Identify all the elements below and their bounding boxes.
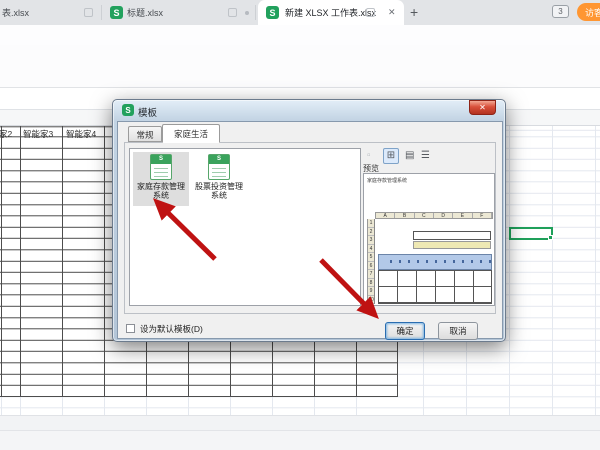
- tab-options-icon[interactable]: [366, 8, 375, 17]
- preview-row-num: 9: [368, 287, 374, 296]
- cell-b1[interactable]: 智能家2: [0, 128, 12, 140]
- visitor-badge[interactable]: 访客: [577, 3, 600, 21]
- template-file-icon: [208, 154, 230, 180]
- cell-d1[interactable]: 智能家4: [66, 128, 96, 140]
- template-item-savings[interactable]: 家庭存款管理系统: [133, 152, 189, 206]
- preview-row-num: 7: [368, 270, 374, 279]
- new-tab-button[interactable]: +: [410, 4, 418, 20]
- preview-table-header-band: [378, 254, 492, 270]
- preview-row-num: 6: [368, 262, 374, 271]
- preview-row-num: 3: [368, 236, 374, 245]
- preview-col: C: [415, 213, 434, 218]
- ok-button[interactable]: 确定: [385, 322, 425, 340]
- preview-row-num: 5: [368, 253, 374, 262]
- preview-highlight-row: [413, 241, 491, 249]
- preview-col: F: [473, 213, 492, 218]
- view-disabled-icon: ▫: [367, 150, 371, 161]
- view-list-button[interactable]: ☰: [421, 150, 430, 161]
- tab-separator: [101, 5, 102, 20]
- window-tab-bar: 表.xlsx S 标题.xlsx S 新建 XLSX 工作表.xlsx ✕ + …: [0, 0, 600, 25]
- preview-row-headers: 1 2 3 4 5 6 7 8 9 10: [367, 219, 375, 304]
- ribbon: 常规 ▾ ¥ % 000 ←.0 .00→ ⇄ 类型转换 ▦ 条件格式 ▤ 表格…: [0, 45, 600, 88]
- preview-col: D: [434, 213, 453, 218]
- view-small-icons-button[interactable]: ▤: [405, 150, 414, 161]
- dialog-tab-family-life[interactable]: 家庭生活: [162, 124, 220, 143]
- template-file-icon: [150, 154, 172, 180]
- unsaved-dot-icon: [245, 11, 249, 15]
- menu-bar: ↶ ↷ ▾ 开始 插入 页面布局 公式 数据 审阅 视图 开发工具 会员专享 查…: [0, 25, 600, 45]
- preview-row-num: 1: [368, 219, 374, 228]
- selected-cell[interactable]: [509, 227, 553, 240]
- doc-tab-2[interactable]: 标题.xlsx: [127, 0, 197, 25]
- gridlines-bottom: [0, 397, 397, 415]
- close-tab-icon[interactable]: ✕: [388, 7, 396, 18]
- default-template-label: 设为默认模板(D): [140, 323, 203, 335]
- preview-row-num: 10: [368, 296, 374, 305]
- preview-row-num: 8: [368, 279, 374, 288]
- wps-file-icon: S: [110, 6, 123, 19]
- dialog-close-button[interactable]: ✕: [469, 100, 496, 115]
- preview-col: B: [395, 213, 414, 218]
- doc-tab-active-label: 新建 XLSX 工作表.xlsx: [285, 6, 376, 19]
- template-dialog: S 模板 ✕ 常规 家庭生活 家庭存款管理系统 股票投资管理系统 ▫ ⊞ ▤ ☰…: [112, 99, 506, 342]
- device-sync-badge[interactable]: 3: [552, 5, 569, 18]
- view-large-icons-button[interactable]: ⊞: [383, 148, 399, 164]
- tab-options-icon[interactable]: [228, 8, 237, 17]
- template-item-stocks[interactable]: 股票投资管理系统: [191, 152, 247, 206]
- preview-merged-cell: [413, 231, 491, 240]
- doc-tab-1-label: 表.xlsx: [2, 6, 29, 19]
- doc-tab-2-label: 标题.xlsx: [127, 6, 163, 19]
- wps-file-icon: S: [266, 6, 279, 19]
- preview-row-num: 4: [368, 245, 374, 254]
- tab-options-icon[interactable]: [84, 8, 93, 17]
- preview-column-headers: A B C D E F: [375, 212, 493, 219]
- tab-separator: [255, 5, 256, 20]
- preview-row-num: 2: [368, 228, 374, 237]
- preview-template-title: 家庭存款管理系统: [367, 177, 427, 184]
- dialog-title: 模板: [138, 105, 157, 119]
- preview-col: A: [376, 213, 395, 218]
- status-bar: ⊕ ▾ ▦ ◫ ▥ 100% ▾ −: [0, 430, 600, 450]
- sheet-tab-bar: Sheet1 Sheet2 Sheet3 + ◂: [0, 415, 600, 430]
- default-template-checkbox[interactable]: [126, 324, 135, 333]
- cancel-button[interactable]: 取消: [438, 322, 478, 340]
- template-item-label: 股票投资管理系统: [193, 182, 245, 200]
- dialog-app-icon: S: [122, 104, 134, 116]
- doc-tab-1[interactable]: 表.xlsx: [2, 0, 97, 25]
- doc-tab-active[interactable]: S 新建 XLSX 工作表.xlsx: [258, 0, 404, 25]
- cell-c1[interactable]: 智能家3: [23, 128, 53, 140]
- template-item-label: 家庭存款管理系统: [135, 182, 187, 200]
- preview-panel: 家庭存款管理系统 A B C D E F 1 2 3 4 5 6 7 8 9 1…: [363, 173, 495, 306]
- preview-col: E: [453, 213, 472, 218]
- dialog-tab-general[interactable]: 常规: [128, 126, 162, 142]
